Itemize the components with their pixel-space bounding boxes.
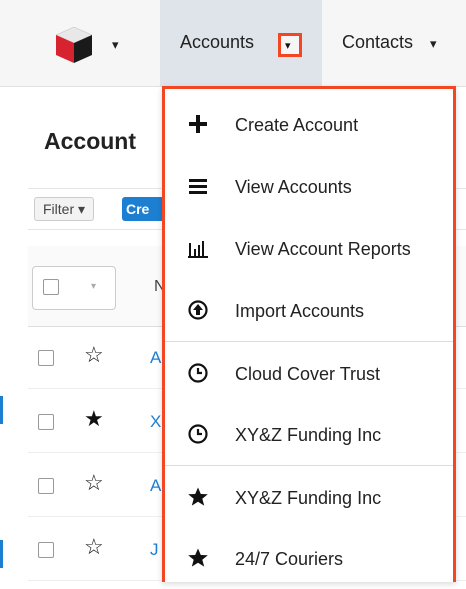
menu-item-label: XY&Z Funding Inc xyxy=(235,425,382,445)
star-icon xyxy=(188,487,208,506)
edge-mark xyxy=(0,396,3,424)
row-name-link[interactable]: A xyxy=(150,476,161,496)
row-name-link[interactable]: X xyxy=(150,412,161,432)
tab-contacts-label: Contacts xyxy=(342,32,414,52)
menu-item-favorite-record[interactable]: XY&Z Funding Inc xyxy=(165,465,453,528)
row-name-link[interactable]: A xyxy=(150,348,161,368)
select-all-checkbox[interactable] xyxy=(43,279,59,295)
menu-item-label: Cloud Cover Trust xyxy=(235,364,381,384)
menu-item-view-accounts[interactable]: View Accounts xyxy=(165,155,453,217)
upload-circle-icon xyxy=(188,300,208,320)
tab-accounts-label: Accounts xyxy=(180,32,255,52)
menu-item-favorite-record[interactable]: 24/7 Couriers xyxy=(165,527,453,589)
menu-item-import-accounts[interactable]: Import Accounts xyxy=(165,279,453,341)
filter-button[interactable]: Filter ▾ xyxy=(34,197,95,221)
accounts-dropdown-toggle[interactable]: ▾ xyxy=(278,33,302,57)
clock-icon xyxy=(188,363,208,383)
tab-contacts[interactable]: Contacts ▾ xyxy=(322,0,466,86)
chevron-down-icon[interactable]: ▾ xyxy=(430,36,437,52)
mass-select-control[interactable]: ▾ xyxy=(32,266,116,310)
menu-item-recent-record[interactable]: XY&Z Funding Inc xyxy=(165,403,453,465)
menu-item-label: View Account Reports xyxy=(235,239,411,259)
star-filled-icon[interactable]: ★ xyxy=(84,408,104,430)
clock-icon xyxy=(188,424,208,444)
edge-mark xyxy=(0,540,3,568)
accounts-dropdown-menu: Create Account View Accounts View Accoun… xyxy=(162,86,456,582)
page-title: Account xyxy=(44,128,136,154)
menu-item-label: View Accounts xyxy=(235,177,352,197)
menu-item-label: XY&Z Funding Inc xyxy=(235,488,382,508)
caret-down-icon: ▾ xyxy=(285,40,291,52)
row-checkbox[interactable] xyxy=(38,350,54,366)
menu-item-label: Import Accounts xyxy=(235,301,365,321)
star-icon xyxy=(188,548,208,567)
top-nav: ▾ Accounts ▾ Contacts ▾ xyxy=(0,0,466,87)
logo-menu[interactable]: ▾ xyxy=(52,25,132,63)
bar-chart-icon xyxy=(188,241,208,258)
row-checkbox[interactable] xyxy=(38,542,54,558)
list-icon xyxy=(189,179,207,194)
row-checkbox[interactable] xyxy=(38,414,54,430)
menu-item-label: 24/7 Couriers xyxy=(235,549,344,569)
menu-item-label: Create Account xyxy=(235,115,359,135)
plus-icon xyxy=(189,115,207,133)
star-outline-icon[interactable]: ☆ xyxy=(84,536,104,558)
chevron-down-icon[interactable]: ▾ xyxy=(112,37,119,53)
cube-logo-icon xyxy=(55,26,93,63)
tab-accounts[interactable]: Accounts ▾ xyxy=(160,0,322,86)
menu-item-create-account[interactable]: Create Account xyxy=(165,93,453,155)
star-outline-icon[interactable]: ☆ xyxy=(84,344,104,366)
star-outline-icon[interactable]: ☆ xyxy=(84,472,104,494)
menu-item-view-account-reports[interactable]: View Account Reports xyxy=(165,217,453,279)
row-name-link[interactable]: J xyxy=(150,540,159,560)
menu-item-recent-record[interactable]: Cloud Cover Trust xyxy=(165,341,453,404)
chevron-down-icon[interactable]: ▾ xyxy=(91,281,96,292)
row-checkbox[interactable] xyxy=(38,478,54,494)
